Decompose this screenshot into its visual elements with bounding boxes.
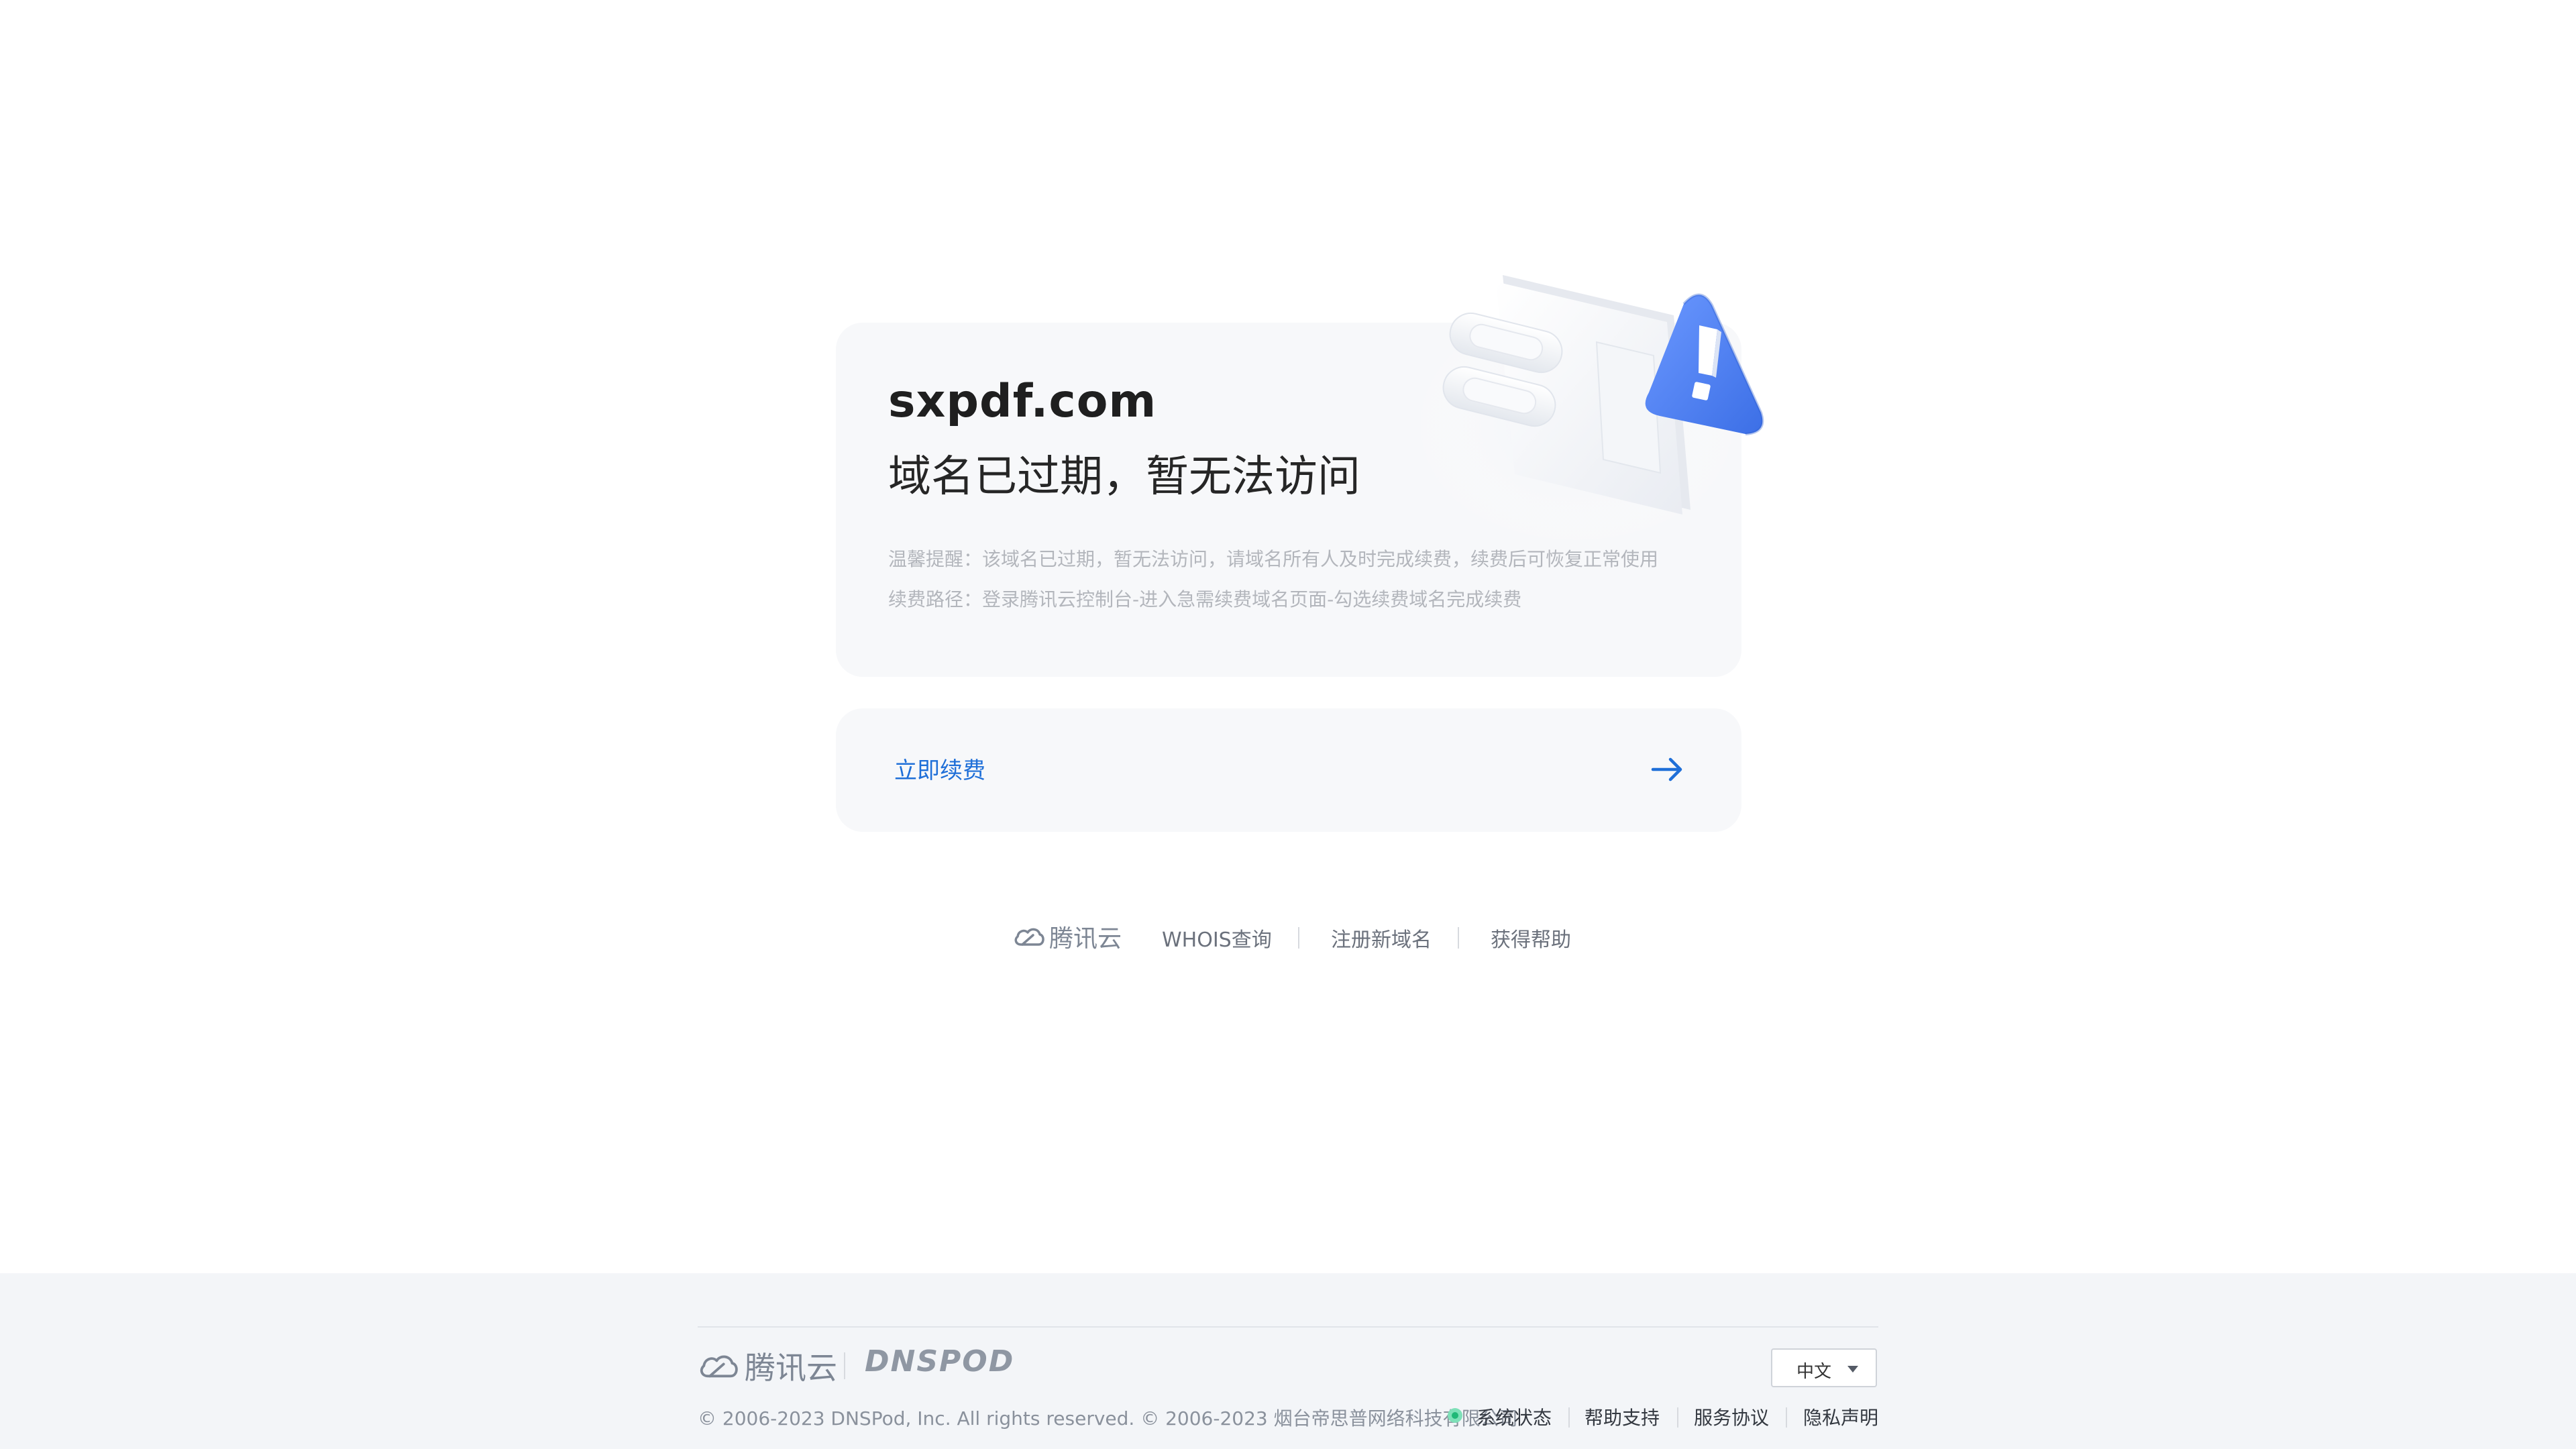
system-status-link[interactable]: 系统状态 — [1477, 1403, 1552, 1430]
tencent-cloud-icon — [1014, 928, 1044, 946]
footer-tencent-cloud-logo[interactable]: 腾讯云 — [698, 1347, 837, 1386]
tencent-cloud-name: 腾讯云 — [1049, 925, 1122, 953]
page-footer: 腾讯云 DNSPOD 中文 © 2006-2023 DNSPod, Inc. A… — [0, 1273, 2576, 1449]
language-value: 中文 — [1796, 1362, 1832, 1382]
dnspod-logo[interactable]: DNSPOD — [865, 1344, 1014, 1379]
footer-divider — [698, 1326, 1878, 1328]
arrow-right-icon — [1651, 757, 1682, 782]
tencent-cloud-logo[interactable]: 腾讯云 — [1013, 916, 1122, 957]
divider — [1298, 927, 1299, 949]
status-indicator-icon — [1448, 1408, 1462, 1423]
logo-divider — [844, 1352, 845, 1379]
footer-tencent-cloud-name: 腾讯云 — [745, 1350, 837, 1386]
whois-link[interactable]: WHOIS查询 — [1162, 923, 1272, 953]
warning-illustration — [1409, 275, 1764, 540]
reminder-text: 温馨提醒：该域名已过期，暂无法访问，请域名所有人及时完成续费，续费后可恢复正常使… — [888, 548, 1659, 570]
language-select[interactable]: 中文 — [1771, 1348, 1877, 1387]
chevron-down-icon — [1847, 1366, 1858, 1373]
renew-now-button[interactable]: 立即续费 — [836, 708, 1741, 832]
divider — [1786, 1407, 1787, 1428]
service-agreement-link[interactable]: 服务协议 — [1694, 1403, 1769, 1430]
divider — [1458, 927, 1459, 949]
domain-name: sxpdf.com — [888, 375, 1157, 428]
register-domain-link[interactable]: 注册新域名 — [1331, 923, 1432, 953]
privacy-statement-link[interactable]: 隐私声明 — [1803, 1403, 1878, 1430]
renew-now-label: 立即续费 — [894, 757, 985, 784]
divider — [1677, 1407, 1678, 1428]
status-title: 域名已过期，暂无法访问 — [888, 452, 1360, 502]
copyright-text: © 2006-2023 DNSPod, Inc. All rights rese… — [698, 1407, 1518, 1430]
tencent-cloud-icon — [700, 1355, 738, 1378]
divider — [1568, 1407, 1570, 1428]
get-help-link[interactable]: 获得帮助 — [1491, 923, 1571, 953]
help-support-link[interactable]: 帮助支持 — [1585, 1403, 1660, 1430]
quick-links: 腾讯云 WHOIS查询 注册新域名 获得帮助 — [1013, 916, 1590, 957]
renewal-path-text: 续费路径：登录腾讯云控制台-进入急需续费域名页面-勾选续费域名完成续费 — [888, 588, 1522, 610]
